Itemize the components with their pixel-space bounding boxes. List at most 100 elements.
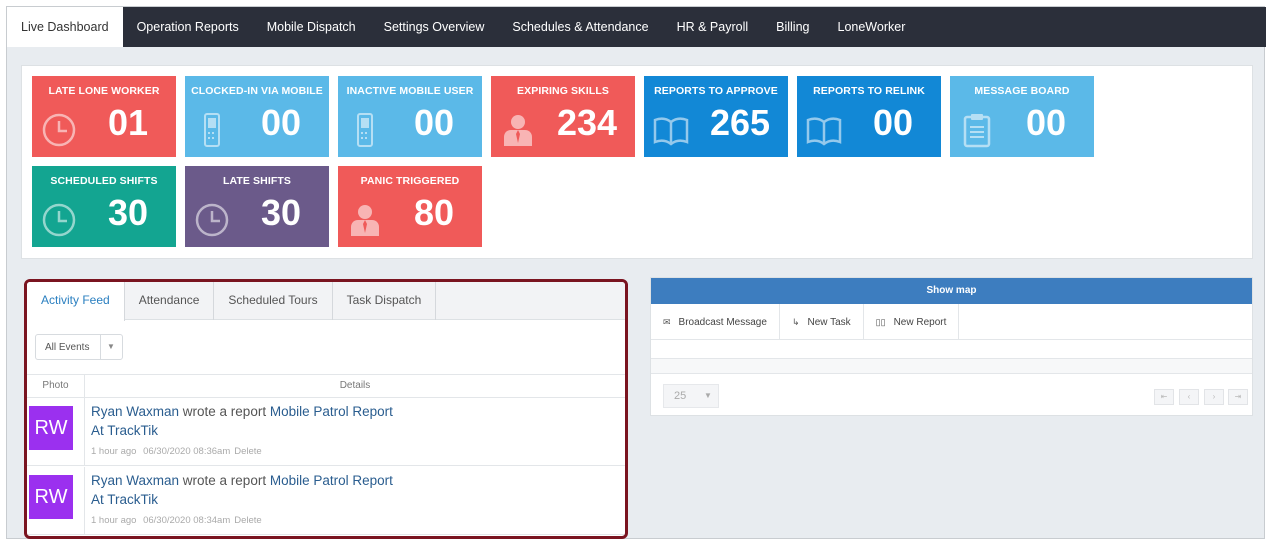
user-link[interactable]: Ryan Waxman [91, 404, 179, 419]
map-panel: Show map ✉ Broadcast Message ↳ New Task ▯▯… [650, 277, 1253, 416]
clipboard-icon [963, 114, 991, 148]
tile-label: LATE SHIFTS [223, 175, 291, 187]
person-icon [351, 205, 379, 236]
mobile-icon [204, 113, 220, 147]
book-icon [806, 117, 842, 146]
mobile-icon [357, 113, 373, 147]
clock-icon [195, 203, 229, 237]
tab-scheduled-tours[interactable]: Scheduled Tours [214, 282, 333, 320]
site-prefix: At [91, 423, 108, 438]
chevron-down-icon: ▼ [704, 391, 712, 400]
clock-icon [42, 203, 76, 237]
photo-cell: RW [27, 467, 85, 535]
page-size-select[interactable]: 25 ▼ [663, 384, 719, 408]
tab-settings-overview[interactable]: Settings Overview [370, 7, 499, 47]
tile-value: 00 [1025, 102, 1067, 143]
page-size-value: 25 [674, 390, 687, 402]
activity-meta: 1 hour ago 06/30/2020 08:36am Delete [91, 446, 266, 457]
arrow-icon: ↳ [791, 317, 800, 327]
activity-site: At TrackTik [91, 492, 158, 507]
book-icon: ▯▯ [875, 317, 886, 327]
tile-label: REPORTS TO RELINK [813, 85, 925, 97]
new-report-button[interactable]: ▯▯ New Report [864, 304, 960, 340]
report-link[interactable]: Mobile Patrol Report [270, 404, 393, 419]
broadcast-message-label: Broadcast Message [678, 317, 767, 328]
time-ago: 1 hour ago [91, 446, 137, 457]
tile-inactive-mobile-user[interactable]: INACTIVE MOBILE USER 00 [338, 76, 482, 157]
tab-schedules-attendance[interactable]: Schedules & Attendance [498, 7, 662, 47]
timestamp: 06/30/2020 08:34am [143, 515, 231, 526]
top-navigation: Live Dashboard Operation Reports Mobile … [7, 7, 1266, 47]
tile-label: MESSAGE BOARD [974, 85, 1070, 97]
time-ago: 1 hour ago [91, 515, 137, 526]
tile-reports-to-relink[interactable]: REPORTS TO RELINK 00 [797, 76, 941, 157]
show-map-button[interactable]: Show map [651, 278, 1252, 304]
tile-reports-to-approve[interactable]: REPORTS TO APPROVE 265 [644, 76, 788, 157]
last-page-button[interactable]: ⇥ [1228, 389, 1248, 405]
tile-label: EXPIRING SKILLS [517, 85, 609, 97]
tab-mobile-dispatch[interactable]: Mobile Dispatch [253, 7, 370, 47]
site-link[interactable]: TrackTik [107, 423, 158, 438]
first-page-button[interactable]: ⇤ [1154, 389, 1174, 405]
chevron-down-icon: ▼ [107, 342, 115, 351]
activity-feed-panel: Activity Feed Attendance Scheduled Tours… [24, 279, 628, 539]
column-header-photo: Photo [27, 375, 85, 397]
stats-tiles-panel: LATE LONE WORKER 01 CLOCKED-IN VIA MOBIL… [21, 65, 1253, 259]
report-link[interactable]: Mobile Patrol Report [270, 473, 393, 488]
event-filter-select[interactable]: All Events ▼ [35, 334, 123, 360]
site-link[interactable]: TrackTik [107, 492, 158, 507]
tile-scheduled-shifts[interactable]: SCHEDULED SHIFTS 30 [32, 166, 176, 247]
tab-loneworker[interactable]: LoneWorker [824, 7, 920, 47]
activity-action: wrote a report [179, 473, 270, 488]
tile-message-board[interactable]: MESSAGE BOARD 00 [950, 76, 1094, 157]
new-task-button[interactable]: ↳ New Task [780, 304, 864, 340]
photo-cell: RW [27, 398, 85, 466]
tile-value: 265 [709, 102, 771, 143]
tab-live-dashboard[interactable]: Live Dashboard [7, 7, 123, 47]
activity-text: Ryan Waxman wrote a report Mobile Patrol… [91, 404, 393, 419]
activity-meta: 1 hour ago 06/30/2020 08:34am Delete [91, 515, 266, 526]
tab-hr-payroll[interactable]: HR & Payroll [663, 7, 763, 47]
avatar: RW [29, 406, 73, 450]
book-icon [653, 117, 689, 146]
tile-late-lone-worker[interactable]: LATE LONE WORKER 01 [32, 76, 176, 157]
activity-action: wrote a report [179, 404, 270, 419]
table-row: RW Ryan Waxman wrote a report Mobile Pat… [27, 398, 625, 466]
event-filter-value: All Events [45, 342, 90, 353]
prev-page-button[interactable]: ‹ [1179, 389, 1199, 405]
tile-label: INACTIVE MOBILE USER [346, 85, 474, 97]
tile-value: 00 [413, 102, 455, 143]
tile-value: 01 [107, 102, 149, 143]
tab-task-dispatch[interactable]: Task Dispatch [333, 282, 437, 320]
tab-operation-reports[interactable]: Operation Reports [123, 7, 253, 47]
tile-label: CLOCKED-IN VIA MOBILE [191, 85, 323, 97]
tile-panic-triggered[interactable]: PANIC TRIGGERED 80 [338, 166, 482, 247]
select-divider [100, 335, 101, 359]
table-header: Photo Details [27, 374, 625, 398]
tile-value: 30 [260, 192, 302, 233]
new-report-label: New Report [893, 317, 947, 328]
tile-expiring-skills[interactable]: EXPIRING SKILLS 234 [491, 76, 635, 157]
tile-clocked-in-via-mobile[interactable]: CLOCKED-IN VIA MOBILE 00 [185, 76, 329, 157]
broadcast-message-button[interactable]: ✉ Broadcast Message [651, 304, 780, 340]
avatar: RW [29, 475, 73, 519]
app-frame: Live Dashboard Operation Reports Mobile … [6, 6, 1266, 539]
tile-late-shifts[interactable]: LATE SHIFTS 30 [185, 166, 329, 247]
new-task-label: New Task [807, 317, 851, 328]
tab-billing[interactable]: Billing [762, 7, 823, 47]
table-row: RW Ryan Waxman wrote a report Mobile Pat… [27, 467, 625, 535]
activity-text: Ryan Waxman wrote a report Mobile Patrol… [91, 473, 393, 488]
table-strip [651, 358, 1252, 374]
tile-value: 00 [872, 102, 914, 143]
activity-tabs: Activity Feed Attendance Scheduled Tours… [27, 282, 625, 321]
tab-activity-feed[interactable]: Activity Feed [27, 282, 125, 321]
tab-attendance[interactable]: Attendance [125, 282, 215, 320]
person-icon [504, 115, 532, 146]
tile-label: LATE LONE WORKER [48, 85, 160, 97]
action-bar: ✉ Broadcast Message ↳ New Task ▯▯ New Repor… [651, 304, 1252, 340]
delete-link[interactable]: Delete [234, 515, 261, 526]
clock-icon [42, 113, 76, 147]
delete-link[interactable]: Delete [234, 446, 261, 457]
user-link[interactable]: Ryan Waxman [91, 473, 179, 488]
next-page-button[interactable]: › [1204, 389, 1224, 405]
